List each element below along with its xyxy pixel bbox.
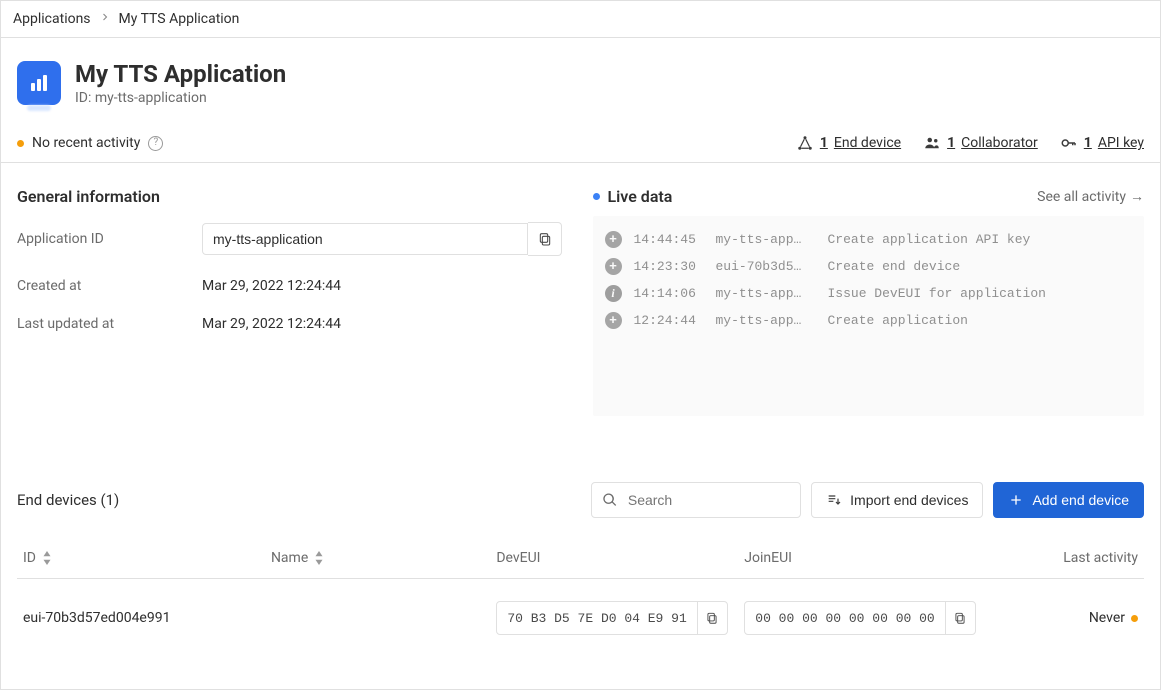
column-name-label: Name xyxy=(271,550,308,566)
last-activity-value: Never xyxy=(1089,610,1125,626)
see-all-label: See all activity xyxy=(1037,189,1126,205)
live-pulse-icon xyxy=(593,193,600,200)
table-row[interactable]: eui-70b3d57ed004e991 70 B3 D5 7E D0 04 E9… xyxy=(17,579,1144,654)
end-devices-section: End devices (1) Import end devices Add e… xyxy=(1,464,1160,653)
copy-deveui-button[interactable] xyxy=(697,602,727,634)
event-message: Create end device xyxy=(828,259,1133,274)
status-dot-icon xyxy=(17,140,24,147)
event-time: 14:44:45 xyxy=(634,232,704,247)
event-entity: eui-70b3d5… xyxy=(716,259,816,274)
search-input[interactable] xyxy=(626,491,790,509)
app-id-field xyxy=(202,222,562,256)
live-data-event[interactable]: +14:23:30 eui-70b3d5… Create end device xyxy=(603,253,1135,280)
activity-status: No recent activity xyxy=(32,135,140,151)
breadcrumb: Applications My TTS Application xyxy=(1,1,1160,38)
collaborator-label: Collaborator xyxy=(961,135,1038,151)
device-joineui-cell: 00 00 00 00 00 00 00 00 xyxy=(738,579,986,654)
created-at-value: Mar 29, 2022 12:24:44 xyxy=(202,278,341,294)
stat-collaborators[interactable]: 1 Collaborator xyxy=(923,134,1038,152)
see-all-activity-link[interactable]: See all activity→ xyxy=(1037,188,1144,205)
device-id-cell: eui-70b3d57ed004e991 xyxy=(17,579,265,654)
joineui-box: 00 00 00 00 00 00 00 00 xyxy=(744,601,975,635)
live-data-section: Live data See all activity→ +14:44:45 my-… xyxy=(593,187,1145,416)
live-data-event[interactable]: +12:24:44 my-tts-app… Create application xyxy=(603,307,1135,334)
column-name-sort[interactable]: Name xyxy=(271,550,324,566)
general-info-title: General information xyxy=(17,187,569,206)
event-time: 12:24:44 xyxy=(634,313,704,328)
hub-icon xyxy=(796,134,814,152)
search-field[interactable] xyxy=(591,482,801,518)
import-end-devices-button[interactable]: Import end devices xyxy=(811,482,983,518)
end-device-label: End device xyxy=(834,135,901,151)
joineui-value: 00 00 00 00 00 00 00 00 xyxy=(745,604,944,633)
sort-icon xyxy=(42,551,52,565)
updated-at-value: Mar 29, 2022 12:24:44 xyxy=(202,316,341,332)
breadcrumb-root-link[interactable]: Applications xyxy=(13,11,91,27)
live-data-panel: +14:44:45 my-tts-app… Create application A… xyxy=(593,216,1145,416)
device-last-activity-cell: Never xyxy=(986,579,1144,654)
app-id-label: Application ID xyxy=(17,231,202,247)
end-device-count: 1 xyxy=(820,135,828,151)
created-at-label: Created at xyxy=(17,278,202,294)
live-data-event[interactable]: +14:44:45 my-tts-app… Create application A… xyxy=(603,226,1135,253)
sort-icon xyxy=(314,551,324,565)
column-last-activity: Last activity xyxy=(986,540,1144,579)
event-entity: my-tts-app… xyxy=(716,232,816,247)
general-information-section: General information Application ID Creat… xyxy=(17,187,569,416)
device-deveui-cell: 70 B3 D5 7E D0 04 E9 91 xyxy=(490,579,738,654)
event-message: Create application API key xyxy=(828,232,1133,247)
info-icon: i xyxy=(605,285,622,302)
copy-app-id-button[interactable] xyxy=(528,222,562,256)
arrow-right-icon: → xyxy=(1130,189,1144,205)
end-devices-title: End devices (1) xyxy=(17,491,119,509)
device-name-cell xyxy=(265,579,490,654)
collaborator-count: 1 xyxy=(947,135,955,151)
event-time: 14:14:06 xyxy=(634,286,704,301)
plus-circle-icon: + xyxy=(605,258,622,275)
column-deveui: DevEUI xyxy=(490,540,738,579)
stat-end-devices[interactable]: 1 End device xyxy=(796,134,901,152)
deveui-value: 70 B3 D5 7E D0 04 E9 91 xyxy=(497,604,696,633)
import-label: Import end devices xyxy=(850,492,968,508)
page-header: My TTS Application ID: my-tts-applicatio… xyxy=(1,38,1160,124)
api-key-label: API key xyxy=(1098,135,1144,151)
breadcrumb-current: My TTS Application xyxy=(119,11,240,27)
search-icon xyxy=(602,491,618,509)
end-devices-table: ID Name DevEUI JoinEUI Last activity xyxy=(17,540,1144,653)
key-icon xyxy=(1060,134,1078,152)
event-message: Issue DevEUI for application xyxy=(828,286,1133,301)
api-key-count: 1 xyxy=(1084,135,1092,151)
help-icon[interactable]: ? xyxy=(148,136,163,151)
app-id-value: my-tts-application xyxy=(95,90,207,106)
copy-icon xyxy=(537,231,553,247)
status-bar: No recent activity ? 1 End device 1 Coll… xyxy=(1,124,1160,163)
live-data-event[interactable]: i 14:14:06 my-tts-app… Issue DevEUI for app… xyxy=(603,280,1135,307)
plus-circle-icon: + xyxy=(605,312,622,329)
plus-circle-icon: + xyxy=(605,231,622,248)
event-entity: my-tts-app… xyxy=(716,313,816,328)
application-icon xyxy=(17,61,61,105)
plus-icon xyxy=(1008,492,1024,508)
app-id-input[interactable] xyxy=(202,223,528,255)
deveui-box: 70 B3 D5 7E D0 04 E9 91 xyxy=(496,601,727,635)
import-icon xyxy=(826,492,842,508)
event-time: 14:23:30 xyxy=(634,259,704,274)
event-entity: my-tts-app… xyxy=(716,286,816,301)
live-data-title: Live data xyxy=(608,187,673,206)
chevron-right-icon xyxy=(99,11,111,27)
app-id-prefix: ID: xyxy=(75,90,91,106)
column-joineui: JoinEUI xyxy=(738,540,986,579)
page-title: My TTS Application xyxy=(75,60,286,88)
add-end-device-button[interactable]: Add end device xyxy=(993,482,1144,518)
people-icon xyxy=(923,134,941,152)
event-message: Create application xyxy=(828,313,1133,328)
copy-joineui-button[interactable] xyxy=(945,602,975,634)
column-id-label: ID xyxy=(23,550,36,566)
stat-api-keys[interactable]: 1 API key xyxy=(1060,134,1144,152)
status-dot-icon xyxy=(1131,615,1138,622)
column-id-sort[interactable]: ID xyxy=(23,550,52,566)
add-label: Add end device xyxy=(1032,492,1129,508)
updated-at-label: Last updated at xyxy=(17,316,202,332)
